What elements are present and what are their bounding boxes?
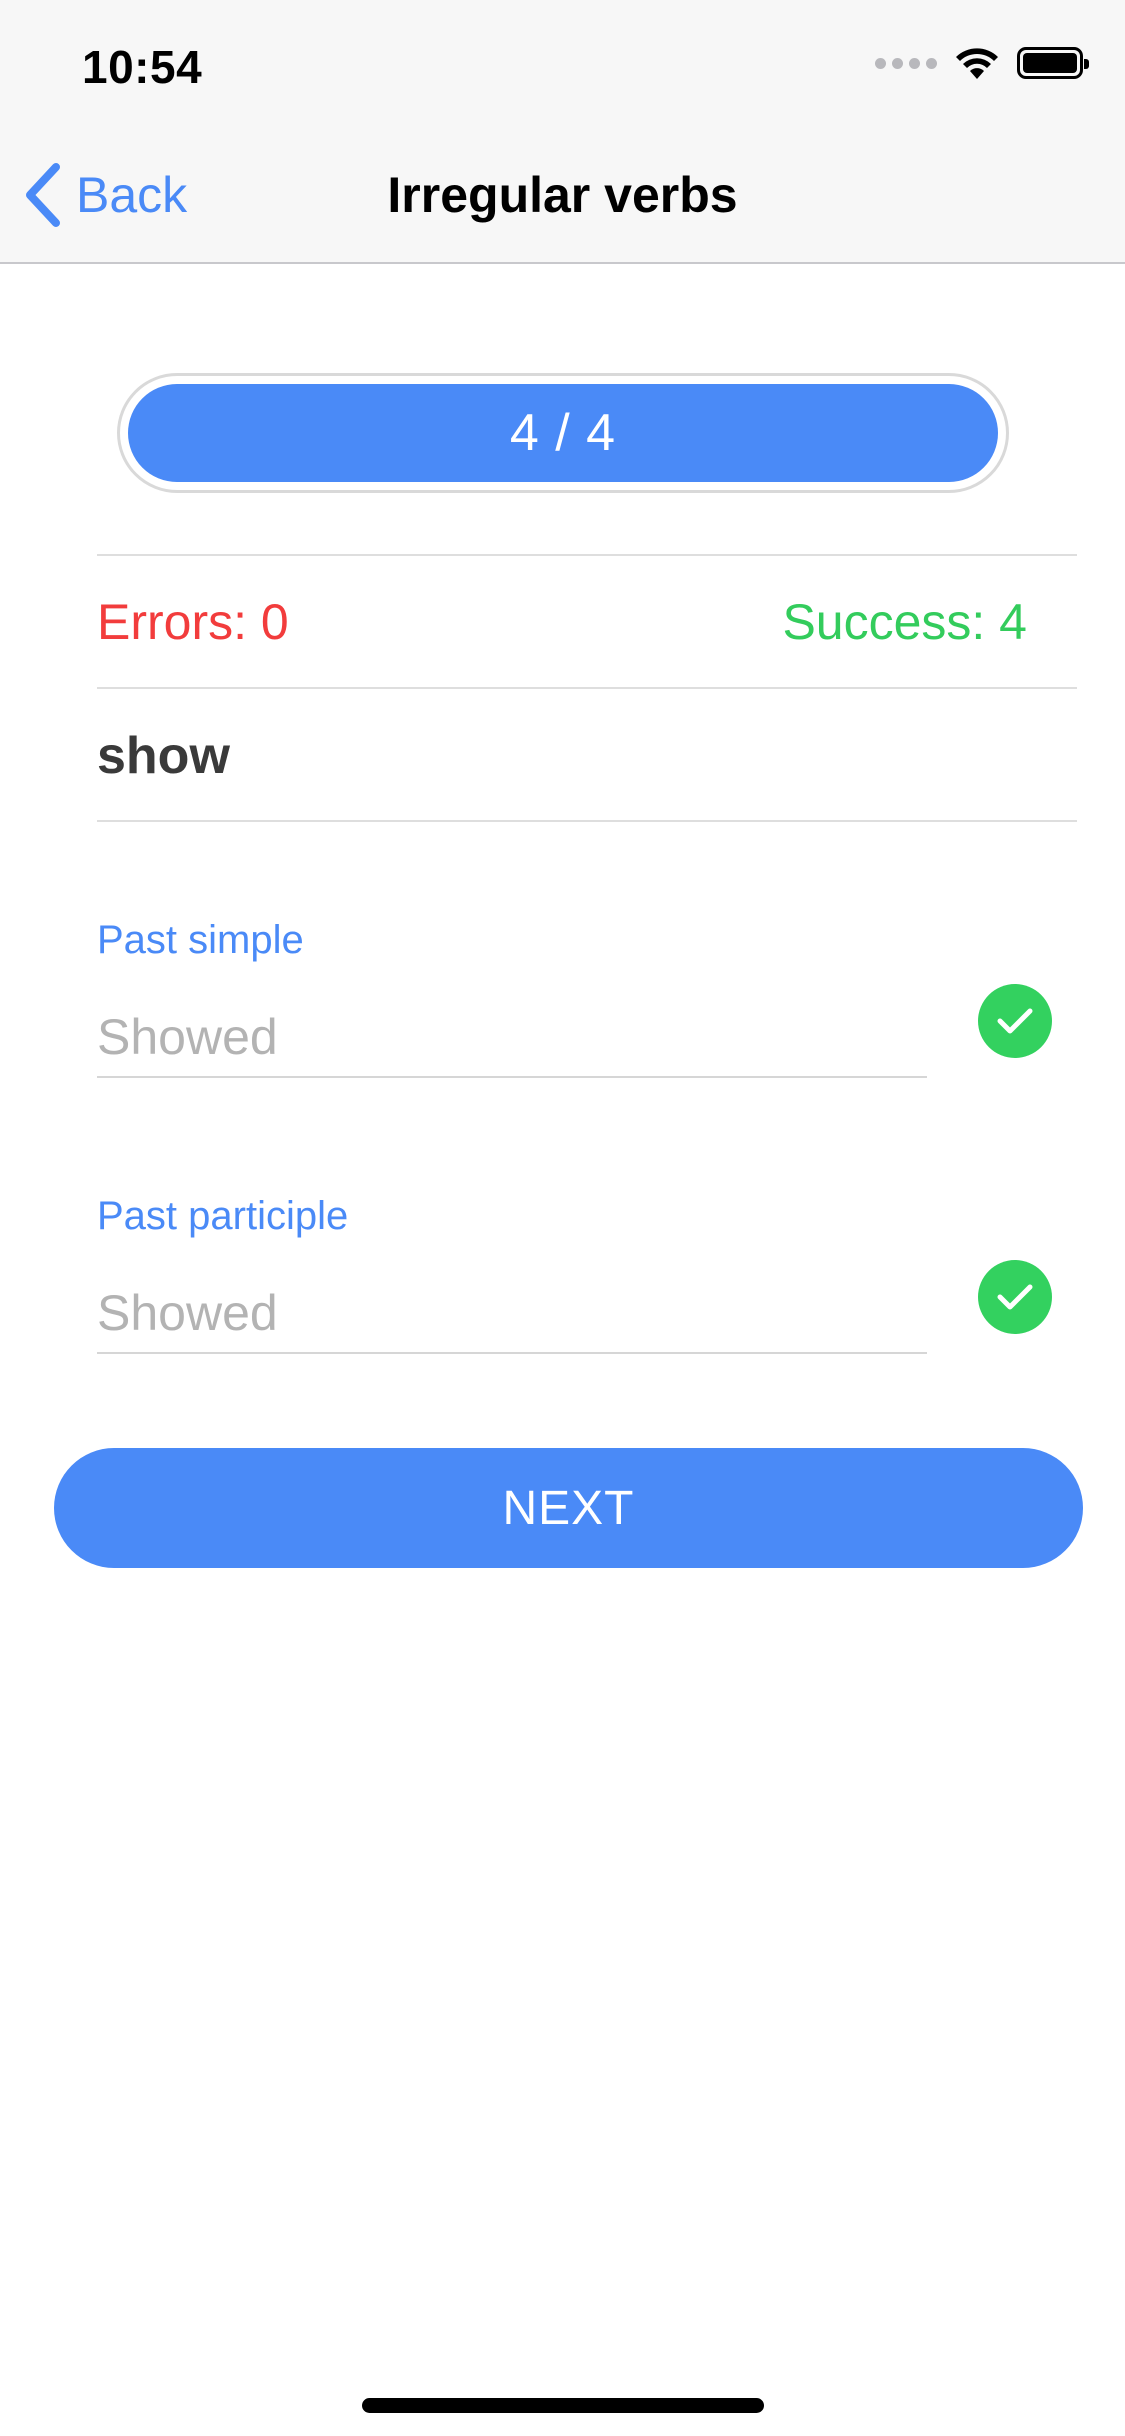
errors-count: Errors: 0 — [97, 594, 289, 650]
progress-bar: 4 / 4 — [117, 373, 1009, 493]
divider — [97, 554, 1077, 556]
past-simple-label: Past simple — [97, 918, 304, 962]
status-icons — [875, 46, 1089, 80]
past-simple-input[interactable] — [97, 998, 927, 1078]
progress-fill: 4 / 4 — [128, 384, 998, 482]
divider — [97, 820, 1077, 822]
battery-icon — [1017, 47, 1089, 79]
divider — [97, 687, 1077, 689]
navigation-header: 10:54 Back Irregular verbs — [0, 0, 1125, 264]
status-time: 10:54 — [82, 41, 203, 93]
success-count: Success: 4 — [782, 594, 1027, 650]
home-indicator — [362, 2398, 764, 2413]
screen: 10:54 Back Irregular verbs 4 / 4 Errors:… — [0, 0, 1125, 2436]
check-circle-icon — [978, 1260, 1052, 1334]
verb-word: show — [97, 727, 230, 785]
next-button[interactable]: NEXT — [54, 1448, 1083, 1568]
past-participle-input[interactable] — [97, 1274, 927, 1354]
progress-label: 4 / 4 — [509, 404, 617, 462]
past-participle-label: Past participle — [97, 1194, 349, 1238]
signal-dots-icon — [875, 57, 937, 69]
wifi-icon — [956, 48, 998, 79]
check-circle-icon — [978, 984, 1052, 1058]
page-title: Irregular verbs — [387, 167, 738, 223]
next-label: NEXT — [502, 1481, 635, 1535]
